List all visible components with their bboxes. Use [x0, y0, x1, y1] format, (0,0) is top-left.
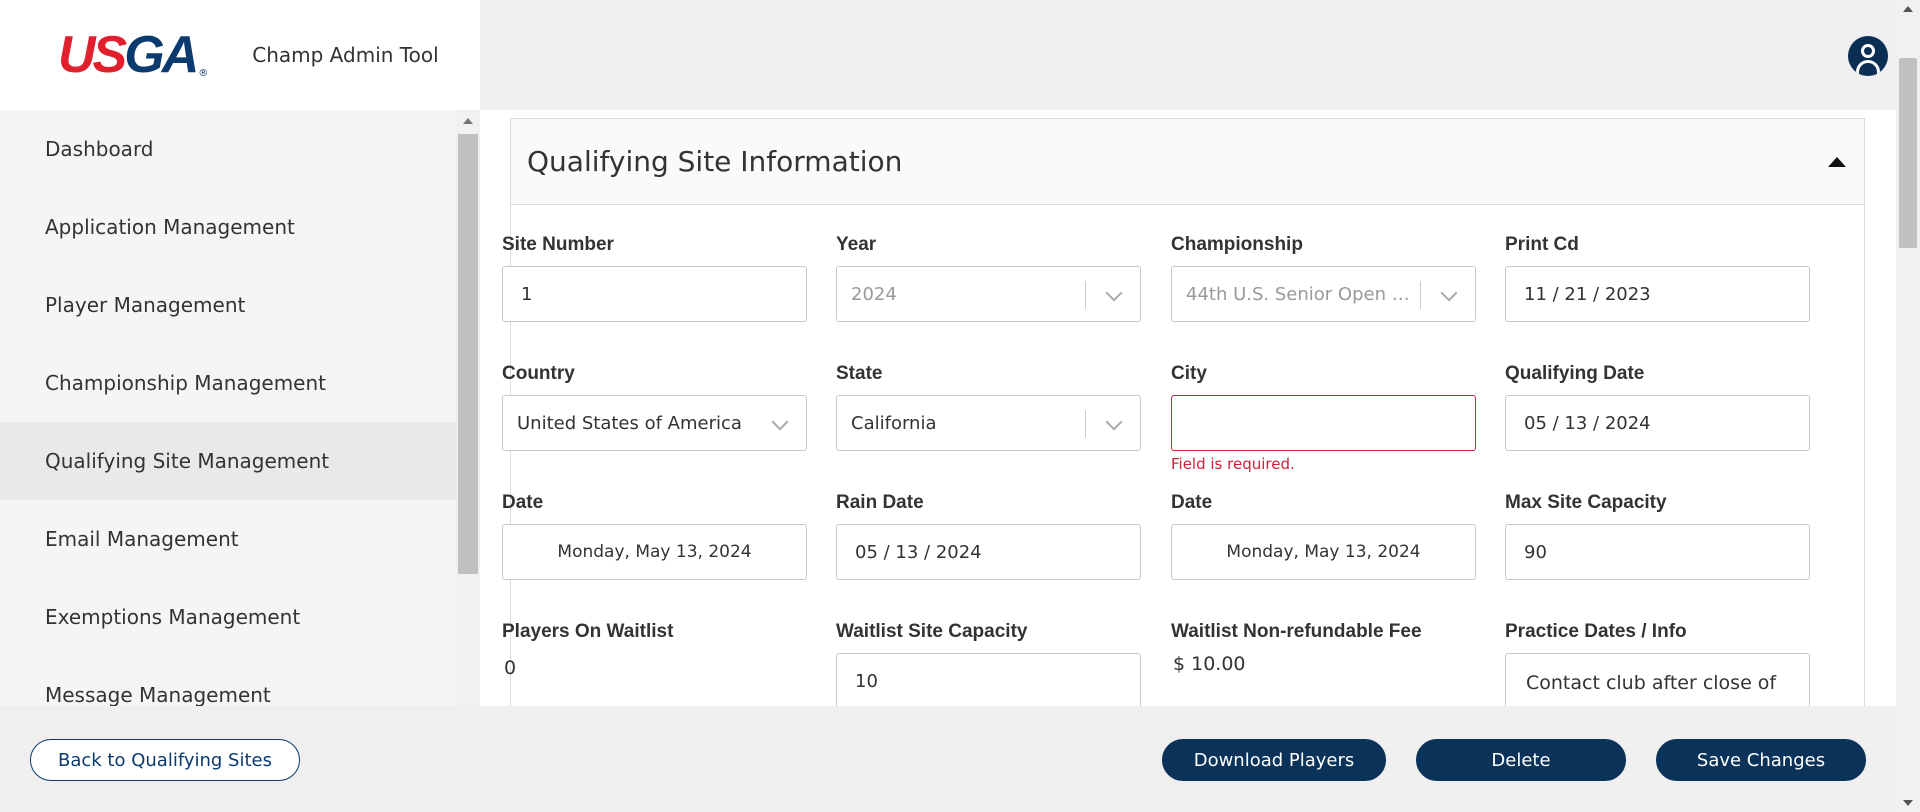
top-bar: [480, 0, 1896, 110]
championship-select[interactable]: 44th U.S. Senior Open Championship: [1171, 266, 1476, 322]
rain-date-value: 05 / 13 / 2024: [855, 541, 982, 563]
print-cd-date-input[interactable]: 11 / 21 / 2023: [1505, 266, 1810, 322]
sidebar-item-application-management[interactable]: Application Management: [0, 188, 456, 266]
panel-header[interactable]: Qualifying Site Information: [511, 119, 1864, 205]
players-on-waitlist-label: Players On Waitlist: [502, 621, 674, 642]
sidebar-scroll-thumb[interactable]: [458, 134, 478, 574]
usga-logo[interactable]: US GA ®: [58, 29, 208, 81]
delete-button[interactable]: Delete: [1416, 739, 1626, 781]
city-error-message: Field is required.: [1171, 455, 1295, 473]
back-to-qualifying-sites-button[interactable]: Back to Qualifying Sites: [30, 739, 300, 781]
sidebar-scrollbar[interactable]: [456, 110, 480, 706]
state-value: California: [851, 412, 937, 434]
rain-date-field-group: Rain Date 05 / 13 / 2024: [836, 492, 1141, 580]
players-on-waitlist-value: 0: [504, 657, 517, 679]
country-label: Country: [502, 363, 575, 384]
scroll-up-arrow-icon[interactable]: [1903, 6, 1913, 12]
site-number-field-group: Site Number 1: [502, 234, 807, 322]
site-number-label: Site Number: [502, 234, 614, 255]
app-title: Champ Admin Tool: [252, 43, 439, 67]
chevron-down-icon: [1105, 284, 1123, 302]
date-display-input[interactable]: Monday, May 13, 2024: [502, 524, 807, 580]
players-on-waitlist-field-group: Players On Waitlist 0: [502, 621, 807, 679]
rain-date-display-input[interactable]: Monday, May 13, 2024: [1171, 524, 1476, 580]
scroll-up-arrow-icon[interactable]: [463, 118, 473, 124]
print-cd-label: Print Cd: [1505, 234, 1579, 255]
user-avatar-icon[interactable]: [1848, 36, 1888, 76]
sidebar-nav: Dashboard Application Management Player …: [0, 110, 456, 706]
waitlist-fee-label: Waitlist Non-refundable Fee: [1171, 621, 1422, 642]
rain-date-input[interactable]: 05 / 13 / 2024: [836, 524, 1141, 580]
practice-dates-label: Practice Dates / Info: [1505, 621, 1687, 642]
sidebar-header: US GA ® Champ Admin Tool: [0, 0, 480, 110]
date-value: Monday, May 13, 2024: [557, 542, 752, 562]
date-label: Date: [502, 492, 544, 513]
rain-date-label: Rain Date: [836, 492, 924, 513]
chevron-down-icon: [1440, 284, 1458, 302]
scroll-down-arrow-icon[interactable]: [1903, 800, 1913, 806]
state-label: State: [836, 363, 883, 384]
sidebar-item-email-management[interactable]: Email Management: [0, 500, 456, 578]
panel-title: Qualifying Site Information: [527, 145, 903, 178]
chevron-down-icon: [1105, 413, 1123, 431]
city-input[interactable]: [1171, 395, 1476, 451]
waitlist-fee-field-group: Waitlist Non-refundable Fee $ 10.00: [1171, 621, 1476, 675]
sidebar-item-championship-management[interactable]: Championship Management: [0, 344, 456, 422]
year-select[interactable]: 2024: [836, 266, 1141, 322]
logo-us-text: US: [58, 26, 127, 84]
sidebar-item-qualifying-site-management[interactable]: Qualifying Site Management: [0, 422, 456, 500]
sidebar-item-dashboard[interactable]: Dashboard: [0, 110, 456, 188]
year-field-group: Year 2024: [836, 234, 1141, 322]
state-select[interactable]: California: [836, 395, 1141, 451]
print-cd-value: 11 / 21 / 2023: [1524, 283, 1651, 305]
qualifying-date-field-group: Qualifying Date 05 / 13 / 2024: [1505, 363, 1810, 451]
max-site-capacity-field-group: Max Site Capacity 90: [1505, 492, 1810, 580]
logo-ga-text: GA: [124, 26, 199, 84]
year-value: 2024: [851, 283, 897, 305]
country-field-group: Country United States of America: [502, 363, 807, 451]
practice-dates-textarea[interactable]: Contact club after close of: [1505, 653, 1810, 706]
download-players-button[interactable]: Download Players: [1162, 739, 1386, 781]
max-site-capacity-value: 90: [1524, 541, 1547, 563]
championship-value: 44th U.S. Senior Open Championship: [1186, 283, 1415, 305]
city-label: City: [1171, 363, 1207, 384]
waitlist-site-capacity-value: 10: [855, 670, 878, 692]
save-changes-button[interactable]: Save Changes: [1656, 739, 1866, 781]
chevron-down-icon: [771, 413, 789, 431]
print-cd-field-group: Print Cd 11 / 21 / 2023: [1505, 234, 1810, 322]
site-number-input[interactable]: 1: [502, 266, 807, 322]
page-scroll-thumb[interactable]: [1899, 58, 1917, 248]
country-select[interactable]: United States of America: [502, 395, 807, 451]
country-value: United States of America: [517, 412, 742, 434]
logo-registered-mark: ®: [198, 68, 209, 79]
practice-dates-field-group: Practice Dates / Info Contact club after…: [1505, 621, 1810, 706]
rain-date-display-value: Monday, May 13, 2024: [1226, 542, 1421, 562]
max-site-capacity-input[interactable]: 90: [1505, 524, 1810, 580]
state-field-group: State California: [836, 363, 1141, 451]
qualifying-date-input[interactable]: 05 / 13 / 2024: [1505, 395, 1810, 451]
action-footer: Back to Qualifying Sites Download Player…: [0, 706, 1896, 812]
qualifying-date-value: 05 / 13 / 2024: [1524, 412, 1651, 434]
practice-dates-value: Contact club after close of: [1526, 672, 1777, 694]
qualifying-date-label: Qualifying Date: [1505, 363, 1645, 384]
waitlist-site-capacity-input[interactable]: 10: [836, 653, 1141, 706]
championship-field-group: Championship 44th U.S. Senior Open Champ…: [1171, 234, 1476, 322]
sidebar-item-player-management[interactable]: Player Management: [0, 266, 456, 344]
max-site-capacity-label: Max Site Capacity: [1505, 492, 1667, 513]
sidebar-item-exemptions-management[interactable]: Exemptions Management: [0, 578, 456, 656]
collapse-caret-icon[interactable]: [1828, 156, 1846, 167]
page-scrollbar[interactable]: [1896, 0, 1920, 812]
waitlist-site-capacity-field-group: Waitlist Site Capacity 10: [836, 621, 1141, 706]
rain-date-display-label: Date: [1171, 492, 1213, 513]
main-content: Qualifying Site Information Site Number …: [480, 110, 1896, 706]
waitlist-fee-value: $ 10.00: [1173, 653, 1246, 675]
rain-date-display-field-group: Date Monday, May 13, 2024: [1171, 492, 1476, 580]
date-field-group: Date Monday, May 13, 2024: [502, 492, 807, 580]
waitlist-site-capacity-label: Waitlist Site Capacity: [836, 621, 1028, 642]
sidebar-item-message-management[interactable]: Message Management: [0, 656, 456, 706]
city-field-group: City Field is required.: [1171, 363, 1476, 473]
championship-label: Championship: [1171, 234, 1303, 255]
year-label: Year: [836, 234, 877, 255]
site-number-value: 1: [521, 283, 533, 305]
